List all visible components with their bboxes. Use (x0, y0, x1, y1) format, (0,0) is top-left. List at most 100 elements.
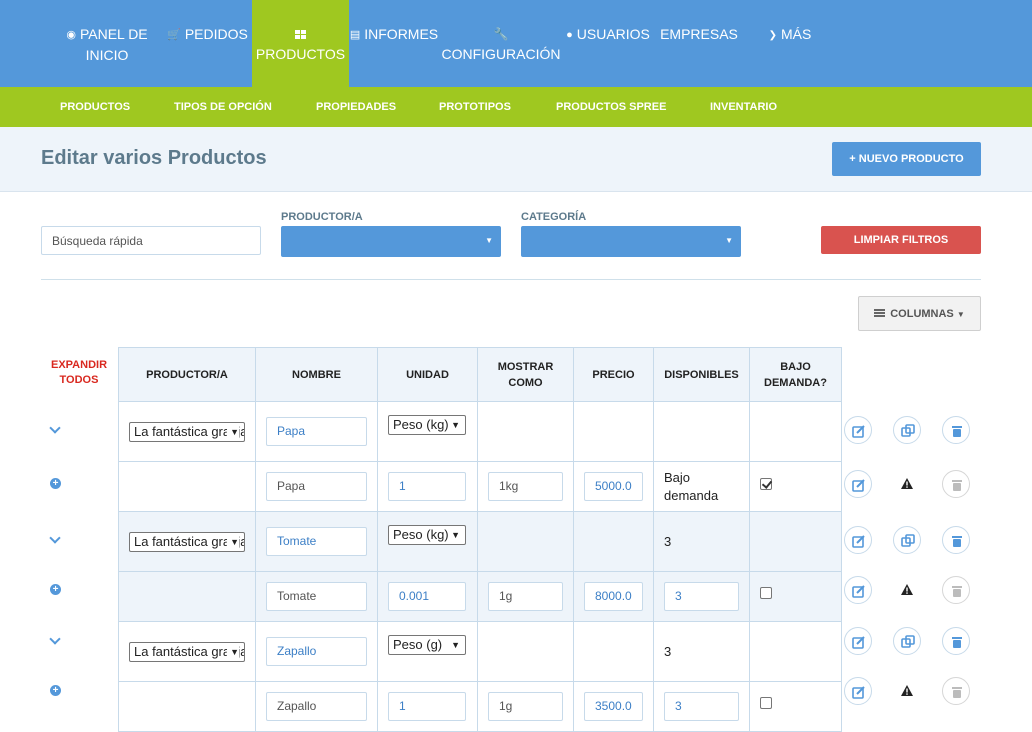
available-input[interactable]: 3 (664, 692, 739, 721)
display-as-input[interactable]: 1g (488, 582, 563, 611)
page-header: Editar varios Productos + NUEVO PRODUCTO (0, 127, 1032, 192)
table-row-product: La fantástica granja ▼ Zapallo Peso (g) ▼ … (118, 621, 842, 682)
clone-button[interactable] (893, 627, 921, 655)
display-as-input[interactable]: 1g (488, 692, 563, 721)
category-filter-label: CATEGORÍA (521, 211, 587, 223)
user-icon: ● (566, 29, 573, 41)
column-header-display-as[interactable]: MOSTRAR COMO (477, 347, 574, 402)
warning-icon (901, 478, 913, 489)
copy-icon (901, 635, 915, 648)
subnav-item-properties[interactable]: PROPIEDADES (316, 87, 396, 127)
collapse-chevron-icon[interactable] (49, 633, 61, 645)
plus-circle-icon[interactable]: + (50, 685, 61, 696)
display-as-input[interactable]: 1kg (488, 472, 563, 501)
on-demand-checkbox[interactable] (760, 477, 772, 490)
variant-name-input[interactable]: Tomate (266, 582, 367, 611)
price-input[interactable]: 5000.0 (584, 472, 643, 501)
copy-icon (901, 534, 915, 547)
variant-name-input[interactable]: Papa (266, 472, 367, 501)
warning-icon (901, 584, 913, 595)
trash-icon (952, 426, 962, 437)
subnav-item-prototypes[interactable]: PROTOTIPOS (439, 87, 511, 127)
subnav-item-spree-products[interactable]: PRODUCTOS SPREE (556, 87, 666, 135)
producer-select[interactable]: La fantástica granja ▼ (129, 531, 245, 552)
column-header-price[interactable]: PRECIO (573, 347, 654, 402)
delete-button-disabled[interactable] (942, 470, 970, 498)
variant-name-input[interactable]: Zapallo (266, 692, 367, 721)
nav-item-orders[interactable]: 🛒 PEDIDOS (165, 0, 250, 87)
edit-button[interactable] (844, 677, 872, 705)
nav-item-reports[interactable]: ▤ INFORMES (349, 0, 439, 87)
unit-value-input[interactable]: 1 (388, 692, 466, 721)
product-name-input[interactable]: Tomate (266, 527, 367, 556)
unit-select[interactable]: Peso (kg) ▼ (388, 414, 466, 435)
column-header-name[interactable]: NOMBRE (255, 347, 378, 402)
expand-all-button[interactable]: EXPANDIR TODOS (44, 358, 114, 388)
trash-icon (952, 637, 962, 648)
nav-item-users[interactable]: ● USUARIOS (562, 0, 654, 87)
unit-select[interactable]: Peso (g) ▼ (388, 634, 466, 655)
edit-button[interactable] (844, 526, 872, 554)
plus-circle-icon[interactable]: + (50, 478, 61, 489)
producer-select[interactable]: La fantástica granja ▼ (129, 641, 245, 662)
nav-item-configuration[interactable]: 🔧 CONFIGURACIÓN (440, 0, 562, 87)
clone-button[interactable] (893, 416, 921, 444)
caret-down-icon: ▼ (451, 529, 460, 540)
subnav-item-products[interactable]: PRODUCTOS (60, 87, 130, 135)
column-header-available[interactable]: DISPONIBLES (653, 347, 750, 402)
on-demand-checkbox[interactable] (760, 586, 772, 599)
nav-item-dashboard[interactable]: ◉ PANEL DE INICIO (52, 0, 162, 87)
caret-down-icon: ▼ (227, 642, 239, 661)
delete-button[interactable] (942, 627, 970, 655)
delete-button-disabled[interactable] (942, 677, 970, 705)
price-input[interactable]: 3500.0 (584, 692, 643, 721)
edit-button[interactable] (844, 470, 872, 498)
column-header-producer[interactable]: PRODUCTOR/A (118, 347, 256, 402)
trash-icon (952, 687, 962, 698)
edit-button[interactable] (844, 416, 872, 444)
available-cell (653, 401, 750, 462)
grid-icon (252, 24, 349, 44)
nav-label: EMPRESAS (660, 26, 738, 42)
producer-select[interactable]: La fantástica granja ▼ (129, 421, 245, 442)
available-input[interactable]: 3 (664, 582, 739, 611)
producer-filter-select[interactable]: ▼ (281, 226, 501, 257)
quick-search-input[interactable] (41, 226, 261, 255)
caret-down-icon: ▼ (227, 532, 239, 551)
nav-item-products[interactable]: PRODUCTOS (252, 0, 349, 87)
nav-label: INFORMES (364, 26, 439, 42)
delete-button[interactable] (942, 416, 970, 444)
category-filter-select[interactable]: ▼ (521, 226, 741, 257)
nav-label: PANEL DE INICIO (79, 26, 148, 63)
table-row-product: La fantástica granja ▼ Papa Peso (kg) ▼ (118, 401, 842, 462)
nav-item-companies[interactable]: EMPRESAS (656, 0, 742, 87)
unit-value-input[interactable]: 1 (388, 472, 466, 501)
on-demand-checkbox[interactable] (760, 696, 772, 709)
unit-select[interactable]: Peso (kg) ▼ (388, 524, 466, 545)
collapse-chevron-icon[interactable] (49, 422, 61, 434)
collapse-chevron-icon[interactable] (49, 532, 61, 544)
column-header-on-demand[interactable]: BAJO DEMANDA? (749, 347, 842, 402)
plus-circle-icon[interactable]: + (50, 584, 61, 595)
available-text: Bajo demanda (664, 469, 719, 503)
divider (41, 279, 981, 280)
subnav-item-inventory[interactable]: INVENTARIO (710, 87, 777, 127)
clone-button[interactable] (893, 526, 921, 554)
clear-filters-button[interactable]: LIMPIAR FILTROS (821, 226, 981, 254)
delete-button-disabled[interactable] (942, 576, 970, 604)
product-name-input[interactable]: Papa (266, 417, 367, 446)
new-product-button[interactable]: + NUEVO PRODUCTO (832, 142, 981, 176)
chevron-down-icon: ❯ (768, 30, 778, 41)
delete-button[interactable] (942, 526, 970, 554)
edit-button[interactable] (844, 627, 872, 655)
nav-label: CONFIGURACIÓN (441, 46, 561, 62)
nav-item-more[interactable]: ❯ MÁS (760, 0, 820, 87)
wrench-icon: 🔧 (493, 27, 509, 41)
product-name-input[interactable]: Zapallo (266, 637, 367, 666)
price-input[interactable]: 8000.0 (584, 582, 643, 611)
columns-button[interactable]: COLUMNAS ▼ (858, 296, 981, 331)
unit-value-input[interactable]: 0.001 (388, 582, 466, 611)
edit-button[interactable] (844, 576, 872, 604)
column-header-unit[interactable]: UNIDAD (377, 347, 478, 402)
subnav-item-option-types[interactable]: TIPOS DE OPCIÓN (174, 87, 272, 127)
